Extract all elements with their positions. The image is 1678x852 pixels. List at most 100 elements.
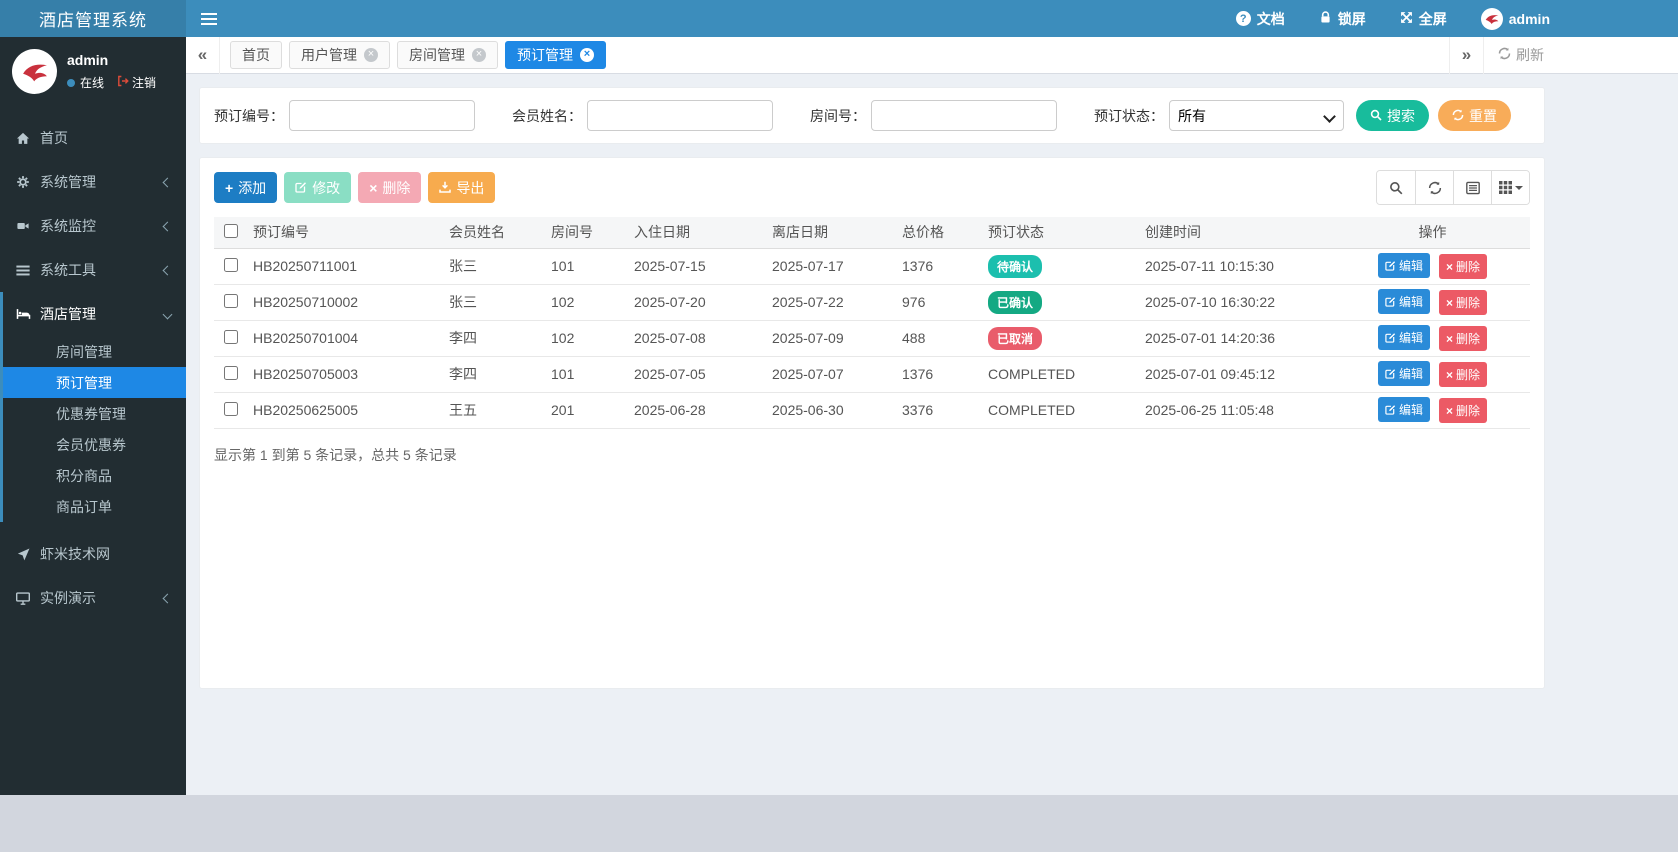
sidebar-item-hotel-admin[interactable]: 酒店管理 [3,292,186,336]
logout-label: 注销 [132,74,156,91]
sidebar-item-label: 酒店管理 [40,304,96,324]
sidebar-item-member-coupon[interactable]: 会员优惠券 [3,429,186,460]
row-checkbox[interactable] [224,294,238,308]
sidebar-item-coupon-admin[interactable]: 优惠券管理 [3,398,186,429]
cell-created: 2025-07-01 14:20:36 [1140,320,1335,356]
row-checkbox[interactable] [224,330,238,344]
table-refresh-button[interactable] [1415,171,1453,204]
row-checkbox[interactable] [224,366,238,380]
tab-label: 用户管理 [301,45,357,65]
table-header-row: 预订编号 会员姓名 房间号 入住日期 离店日期 总价格 预订状态 创建时间 操作 [214,217,1530,248]
sidebar-item-system-monitor[interactable]: 系统监控 [0,204,186,248]
row-delete-button[interactable]: ×删除 [1439,254,1487,279]
search-button[interactable]: 搜索 [1356,100,1429,131]
tab-close-icon[interactable]: × [472,48,486,62]
row-edit-button[interactable]: 编辑 [1378,361,1430,386]
row-delete-label: 删除 [1456,402,1480,419]
top-navbar: 酒店管理系统 ? 文档 锁屏 全屏 admin [0,0,1678,37]
row-edit-label: 编辑 [1399,365,1423,382]
table-card: + 添加 修改 × 删除 导出 [199,157,1545,689]
hotel-submenu: 房间管理 预订管理 优惠券管理 会员优惠券 积分商品 商品订单 [3,336,186,522]
sidebar-item-label: 预订管理 [56,373,112,393]
sidebar-item-demo[interactable]: 实例演示 [0,576,186,620]
user-menu[interactable]: admin [1481,8,1550,30]
row-edit-button[interactable]: 编辑 [1378,253,1430,278]
row-delete-button[interactable]: ×删除 [1439,326,1487,351]
sidebar-item-system-tools[interactable]: 系统工具 [0,248,186,292]
room-no-input[interactable] [871,100,1057,131]
tabs-scroll-right-button[interactable]: » [1449,37,1483,74]
chevron-left-icon [163,593,173,603]
sidebar-item-system-admin[interactable]: 系统管理 [0,160,186,204]
tab-close-icon[interactable]: × [580,48,594,62]
cell-price: 488 [897,320,983,356]
row-edit-label: 编辑 [1399,257,1423,274]
app-title[interactable]: 酒店管理系统 [0,0,186,37]
member-name-input[interactable] [587,100,773,131]
lock-screen-link[interactable]: 锁屏 [1319,9,1366,29]
sidebar-item-home[interactable]: 首页 [0,116,186,160]
row-delete-button[interactable]: ×删除 [1439,290,1487,315]
row-checkbox[interactable] [224,258,238,272]
search-panel: 预订编号： 会员姓名： 房间号： 预订状态： [199,87,1545,144]
delete-button[interactable]: × 删除 [358,172,421,203]
sidebar-toggle-button[interactable] [186,0,231,37]
cell-checkin: 2025-06-28 [629,392,767,428]
row-delete-label: 删除 [1456,366,1480,383]
sidebar-item-label: 会员优惠券 [56,435,126,455]
columns-dropdown-button[interactable] [1491,171,1529,204]
sidebar-item-points-goods[interactable]: 积分商品 [3,460,186,491]
tab-bar: « 首页 用户管理 × 房间管理 × 预订管理 × » [186,37,1678,74]
row-edit-button[interactable]: 编辑 [1378,289,1430,314]
tab-refresh-button[interactable]: 刷新 [1483,37,1558,74]
content-inner: 预订编号： 会员姓名： 房间号： 预订状态： [186,74,1678,689]
edit-button[interactable]: 修改 [284,172,351,203]
tab-close-icon[interactable]: × [364,48,378,62]
row-delete-button[interactable]: ×删除 [1439,398,1487,423]
row-edit-button[interactable]: 编辑 [1378,325,1430,350]
col-checkin: 入住日期 [629,217,767,248]
online-dot-icon [67,79,75,87]
cell-checkout: 2025-07-07 [767,356,897,392]
cell-created: 2025-06-25 11:05:48 [1140,392,1335,428]
sidebar-item-xiami-site[interactable]: 虾米技术网 [0,532,186,576]
online-status[interactable]: 在线 [80,74,104,91]
row-delete-label: 删除 [1456,258,1480,275]
reset-button[interactable]: 重置 [1438,100,1511,131]
cell-booking-no: HB20250701004 [248,320,444,356]
fullscreen-link[interactable]: 全屏 [1400,9,1447,29]
sidebar-item-label: 系统工具 [40,260,96,280]
edit-icon [295,180,307,196]
tab-user-admin[interactable]: 用户管理 × [289,41,390,69]
sidebar-item-label: 首页 [40,128,68,148]
tab-booking-admin[interactable]: 预订管理 × [505,41,606,69]
cell-checkout: 2025-07-17 [767,248,897,284]
toggle-view-button[interactable] [1453,171,1491,204]
logout-link[interactable]: 注销 [117,74,156,91]
cell-checkout: 2025-06-30 [767,392,897,428]
row-checkbox[interactable] [224,402,238,416]
col-checkout: 离店日期 [767,217,897,248]
select-all-checkbox[interactable] [224,224,238,238]
cell-status-text: COMPLETED [983,392,1140,428]
row-delete-button[interactable]: ×删除 [1439,362,1487,387]
add-button[interactable]: + 添加 [214,172,277,203]
refresh-icon [1498,47,1511,63]
export-button[interactable]: 导出 [428,172,495,203]
tab-room-admin[interactable]: 房间管理 × [397,41,498,69]
cell-room: 102 [546,320,629,356]
sidebar-item-goods-orders[interactable]: 商品订单 [3,491,186,522]
table-search-toggle-button[interactable] [1377,171,1415,204]
docs-link[interactable]: ? 文档 [1236,9,1285,29]
sidebar-item-booking-admin[interactable]: 预订管理 [3,367,186,398]
tabs-scroll-left-button[interactable]: « [186,37,220,74]
row-edit-button[interactable]: 编辑 [1378,397,1430,422]
booking-no-input[interactable] [289,100,475,131]
x-icon: × [1446,332,1453,346]
booking-status-select[interactable]: 所有 [1169,100,1344,131]
sidebar-item-room-admin[interactable]: 房间管理 [3,336,186,367]
sidebar-item-label: 商品订单 [56,497,112,517]
fullscreen-label: 全屏 [1419,9,1447,29]
search-button-label: 搜索 [1387,106,1415,126]
tab-home[interactable]: 首页 [230,41,282,69]
